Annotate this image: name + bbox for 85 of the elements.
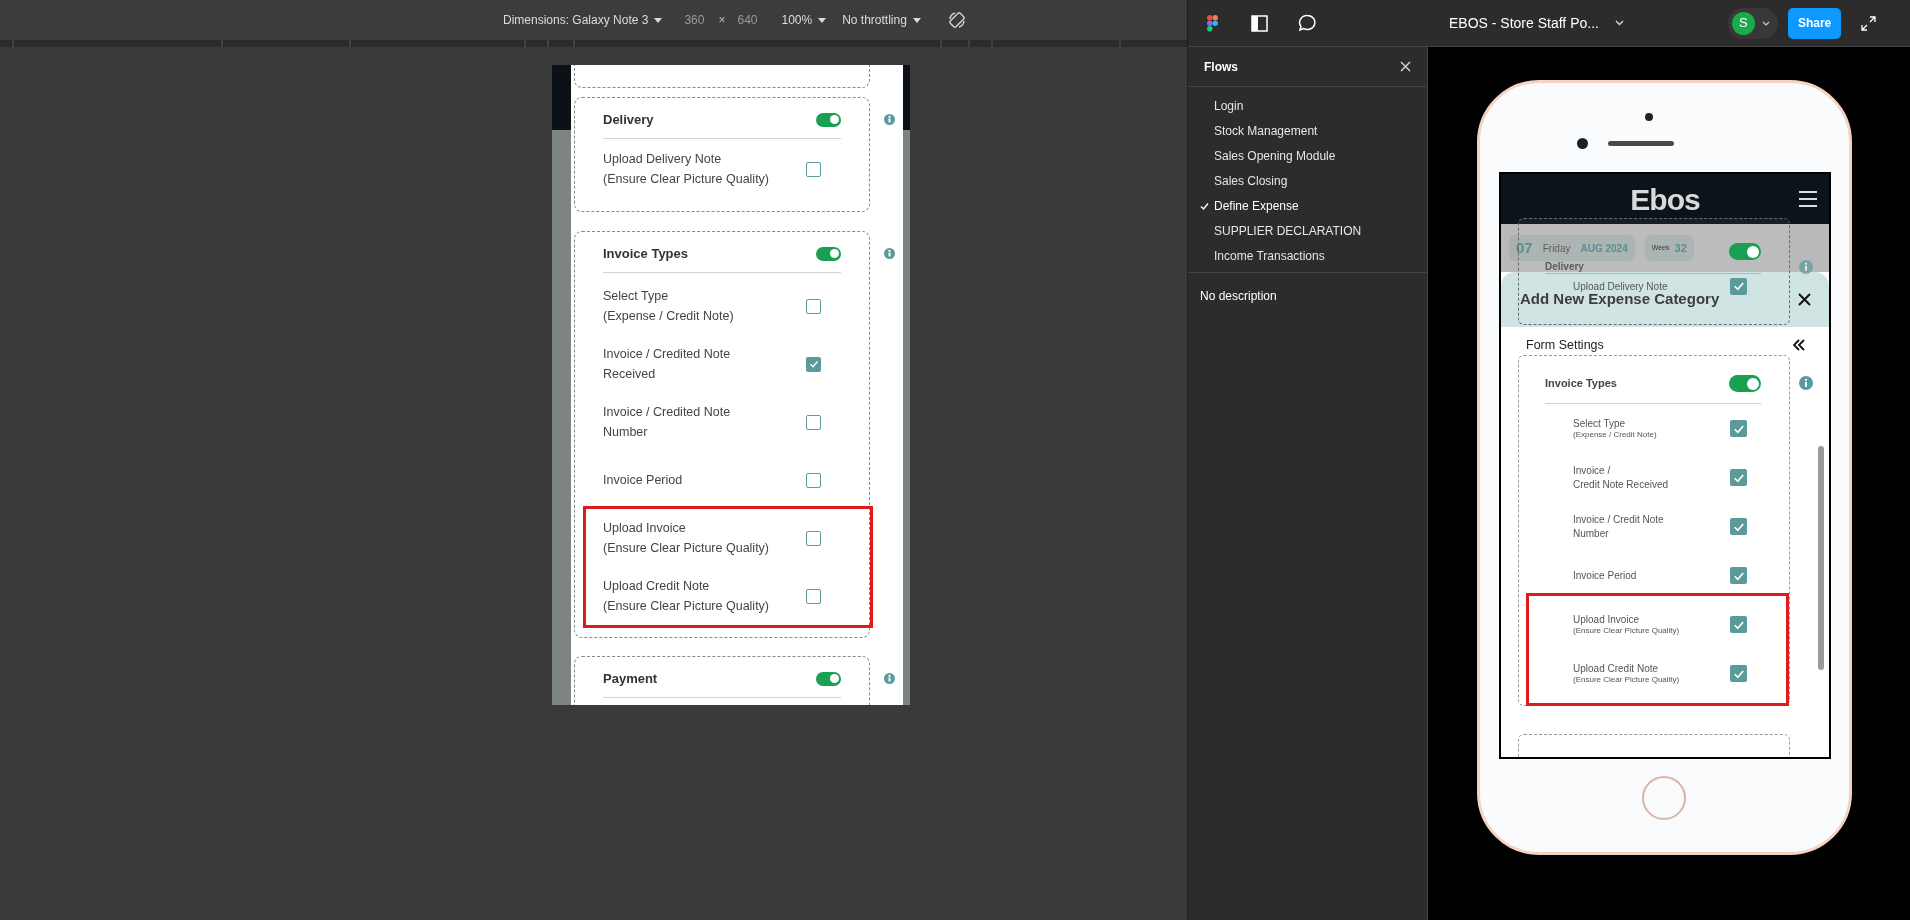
app-logo: Ebos xyxy=(1630,181,1700,218)
option-label: Upload Delivery Note xyxy=(1573,279,1668,294)
flow-item[interactable]: Sales Closing xyxy=(1188,171,1427,191)
checkbox[interactable] xyxy=(1730,420,1747,437)
toggle-switch[interactable] xyxy=(816,112,841,127)
option-label: Upload Credit Note xyxy=(1573,662,1660,675)
checkbox[interactable] xyxy=(1730,518,1747,535)
front-camera xyxy=(1577,138,1588,149)
option-label: Invoice Period xyxy=(603,472,684,489)
checkbox[interactable] xyxy=(1730,469,1747,486)
section-title: Delivery xyxy=(1545,261,1584,272)
option-hint: (Ensure Clear Picture Quality) xyxy=(1573,626,1680,636)
user-avatar: S xyxy=(1731,11,1755,35)
width-field[interactable]: 360 xyxy=(684,11,705,29)
option-label: Invoice / Credit Note Received xyxy=(1573,463,1669,492)
option-label: Select Type (Expense / Credit Note) xyxy=(603,288,735,325)
checkbox[interactable] xyxy=(1730,665,1747,682)
info-icon[interactable] xyxy=(1799,260,1813,274)
option-label: Upload Delivery Note (Ensure Clear Picture Quality) xyxy=(603,151,771,188)
option-label: Invoice / Credited Note Number xyxy=(603,404,732,441)
checkbox[interactable] xyxy=(806,298,821,314)
comment-icon[interactable] xyxy=(1298,14,1317,32)
toggle-switch[interactable] xyxy=(1729,243,1761,260)
option-hint: (Expense / Credit Note) xyxy=(1573,430,1657,440)
checkbox[interactable] xyxy=(806,588,821,604)
panel-title: Flows xyxy=(1204,58,1238,76)
option-label: Upload Invoice xyxy=(1573,613,1641,626)
month-year: AUG 2024 xyxy=(1580,241,1628,256)
double-chevron-icon[interactable] xyxy=(1793,339,1805,351)
checkbox[interactable] xyxy=(806,472,821,488)
throttling-dropdown[interactable]: No throttling xyxy=(842,11,921,29)
caret-icon xyxy=(912,17,921,23)
info-icon[interactable] xyxy=(884,248,895,259)
week-number: 32 xyxy=(1674,240,1687,256)
caret-icon xyxy=(818,17,827,23)
toggle-switch[interactable] xyxy=(816,671,841,686)
device-dropdown[interactable]: Dimensions: Galaxy Note 3 xyxy=(503,11,663,29)
toggle-switch[interactable] xyxy=(816,246,841,261)
check-icon xyxy=(1200,202,1209,211)
option-label: Invoice Period xyxy=(1573,568,1637,583)
checkbox[interactable] xyxy=(806,530,821,546)
section-heading: Form Settings xyxy=(1526,336,1604,354)
option-hint: (Ensure Clear Picture Quality) xyxy=(1573,675,1680,685)
info-icon[interactable] xyxy=(884,114,895,125)
checkbox[interactable] xyxy=(1730,616,1747,633)
description-text: No description xyxy=(1200,288,1278,305)
flow-item[interactable]: Stock Management xyxy=(1188,121,1427,141)
weekday-text: Friday xyxy=(1542,241,1571,256)
section-title: Invoice Types xyxy=(1545,376,1617,392)
option-label: Upload Credit Note (Ensure Clear Picture Quality) xyxy=(603,578,771,615)
flow-item[interactable]: Login xyxy=(1188,96,1427,116)
option-label: Upload Invoice (Ensure Clear Picture Quality) xyxy=(603,520,771,557)
close-icon[interactable] xyxy=(1798,293,1811,306)
info-icon[interactable] xyxy=(1799,376,1813,390)
times-sign: × xyxy=(718,12,726,29)
section-title: Invoice Types xyxy=(603,244,688,263)
fullscreen-icon[interactable] xyxy=(1861,15,1877,31)
option-label: Invoice / Credit Note Number xyxy=(1573,512,1664,541)
menu-icon[interactable] xyxy=(1799,191,1817,207)
chevron-down-icon[interactable] xyxy=(1614,20,1624,26)
height-field[interactable]: 640 xyxy=(737,11,758,29)
option-label: Select Type xyxy=(1573,417,1627,430)
sidebar-toggle-icon[interactable] xyxy=(1251,14,1268,32)
speaker-grille xyxy=(1608,141,1674,146)
info-icon[interactable] xyxy=(884,673,895,684)
rotate-icon[interactable] xyxy=(947,11,966,29)
zoom-dropdown[interactable]: 100% xyxy=(781,11,827,29)
flow-item[interactable]: Sales Opening Module xyxy=(1188,146,1427,166)
section-title: Delivery xyxy=(603,110,654,129)
logo-icon[interactable] xyxy=(1207,14,1218,32)
checkbox[interactable] xyxy=(1730,567,1747,584)
checkbox[interactable] xyxy=(806,161,821,177)
flow-item[interactable]: Income Transactions xyxy=(1188,246,1427,266)
toggle-switch[interactable] xyxy=(1729,375,1761,392)
chevron-down-icon xyxy=(1761,20,1770,26)
checkbox[interactable] xyxy=(806,356,821,372)
option-label: Invoice / Credited Note Received xyxy=(603,346,732,383)
section-title: Payment xyxy=(603,669,658,688)
caret-icon xyxy=(654,17,663,23)
check-icon xyxy=(808,359,819,369)
file-title[interactable]: EBOS - Store Staff Po... xyxy=(1449,12,1599,34)
checkbox[interactable] xyxy=(806,414,821,430)
check-icon xyxy=(1732,280,1745,292)
flow-item[interactable]: SUPPLIER DECLARATION xyxy=(1188,221,1427,241)
flow-item[interactable]: Define Expense xyxy=(1188,196,1427,216)
